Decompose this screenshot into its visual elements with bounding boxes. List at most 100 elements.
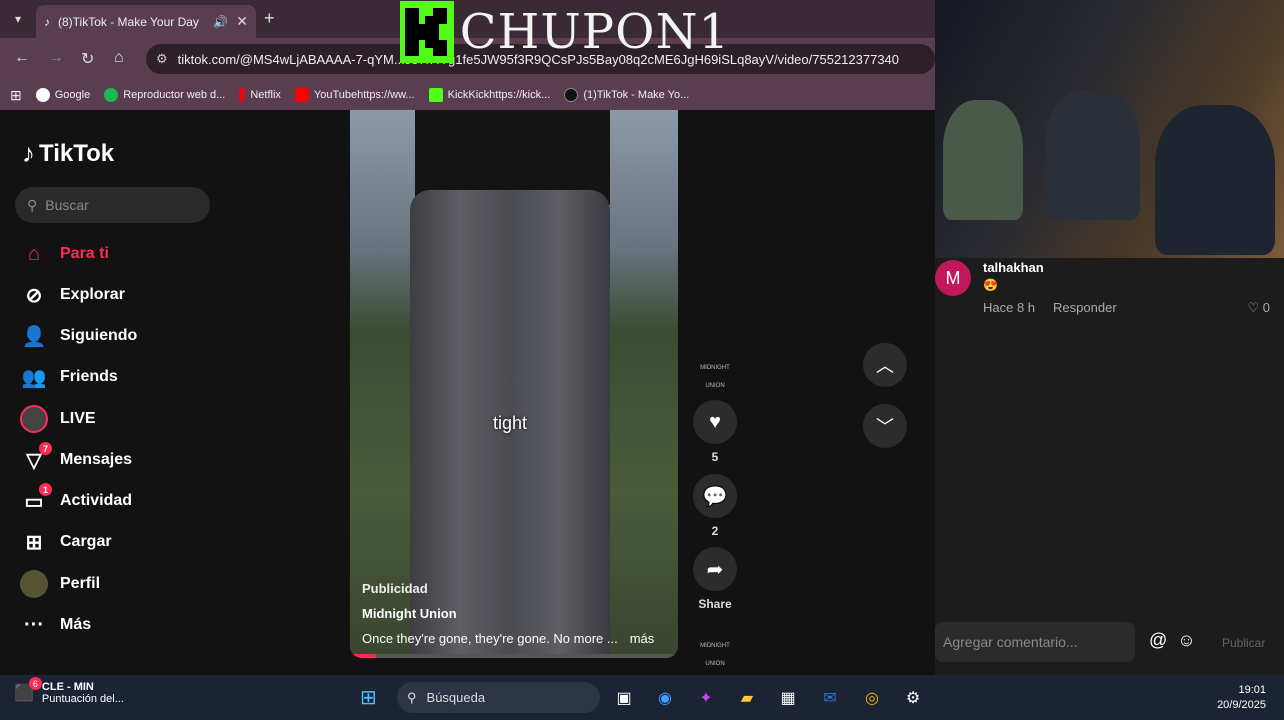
bookmark-netflix[interactable]: Netflix <box>239 88 281 102</box>
edge-icon[interactable]: ◉ <box>653 686 677 710</box>
windows-start-icon[interactable]: ⊞ <box>360 685 377 710</box>
netflix-icon <box>239 88 246 102</box>
apps-grid-icon[interactable]: ⊞ <box>10 87 22 104</box>
comment-username[interactable]: talhakhan <box>983 260 1044 275</box>
tab-title: (8)TikTok - Make Your Day <box>58 14 199 29</box>
sidebar-item-mas[interactable]: ··· Más <box>20 610 91 640</box>
video-player[interactable]: tight Publicidad Midnight Union Once the… <box>350 110 678 658</box>
screen: { "browser": { "tab_title": "(8)TikTok -… <box>0 0 1284 720</box>
activity-icon: ▭ 1 <box>20 483 52 515</box>
bookmarks-bar: ⊞ Google Reproductor web d... Netflix Yo… <box>0 80 935 110</box>
tiktok-note-icon: ♪ <box>22 138 35 168</box>
outlook-icon[interactable]: ✉ <box>818 686 842 710</box>
live-icon <box>20 405 48 433</box>
active-tab[interactable]: ♪ (8)TikTok - Make Your Day 🔊 ✕ <box>36 5 256 38</box>
comment-like[interactable]: ♡ 0 <box>1247 300 1270 316</box>
search-placeholder: Buscar <box>45 197 89 213</box>
bookmark-spotify[interactable]: Reproductor web d... <box>104 88 225 102</box>
bookmark-tiktok[interactable]: (1)TikTok - Make Yo... <box>564 88 689 102</box>
sidebar: ♪ TikTok ⚲ Buscar ⌂ Para ti ⊘ Explorar 👤… <box>0 110 230 675</box>
publish-button[interactable]: Publicar <box>1222 636 1265 650</box>
system-clock[interactable]: 19:01 20/9/2025 <box>1217 683 1266 713</box>
like-action: ♥ 5 <box>692 400 738 464</box>
video-author[interactable]: Midnight Union <box>362 606 662 621</box>
widget-icon: ⬛ 6 <box>14 677 42 703</box>
share-action: ➦ Share <box>692 547 738 611</box>
webcam-person-2 <box>1045 90 1140 220</box>
video-caption: Once they're gone, they're gone. No more… <box>362 631 655 646</box>
mention-icon[interactable]: @ <box>1149 630 1167 651</box>
youtube-icon <box>294 88 309 102</box>
sidebar-item-siguiendo[interactable]: 👤 Siguiendo <box>20 321 138 351</box>
chevron-up-icon: ︿ <box>876 356 894 376</box>
webcam-overlay <box>935 0 1284 258</box>
heart-icon[interactable]: ♥ <box>693 400 737 444</box>
chevron-down-icon: ﹀ <box>876 417 894 437</box>
more-link[interactable]: más <box>630 631 655 646</box>
google-icon <box>35 88 50 102</box>
bookmark-google[interactable]: Google <box>35 88 90 102</box>
weather-widget[interactable]: ⬛ 6 CLE - MIN Puntuación del... <box>14 677 124 705</box>
next-video-button[interactable]: ﹀ <box>863 404 907 448</box>
sidebar-item-cargar[interactable]: ⊞ Cargar <box>20 527 112 557</box>
video-progress-fill <box>350 654 377 658</box>
back-icon[interactable]: ← <box>14 49 30 67</box>
tab-search-icon[interactable]: ▾ <box>6 8 30 30</box>
home-icon[interactable]: ⌂ <box>114 49 124 67</box>
tiktok-logo[interactable]: ♪ TikTok <box>22 138 114 169</box>
sidebar-item-mensajes[interactable]: ▽ 7 Mensajes <box>20 442 132 475</box>
sidebar-item-explorar[interactable]: ⊘ Explorar <box>20 280 125 310</box>
speaker-icon[interactable]: 🔊 <box>213 15 228 29</box>
composer-icons: @ ☺ <box>1149 630 1196 651</box>
emoji-icon[interactable]: ☺ <box>1177 630 1195 651</box>
bookmark-youtube[interactable]: YouTubehttps://ww... <box>294 88 415 102</box>
comment-count: 2 <box>711 524 719 538</box>
site-info-icon[interactable]: ⚙ <box>156 51 168 67</box>
tiktok-page: ♪ TikTok ⚲ Buscar ⌂ Para ti ⊘ Explorar 👤… <box>0 110 935 675</box>
share-label: Share <box>698 597 732 611</box>
bookmark-kick[interactable]: KickKickhttps://kick... <box>428 88 550 102</box>
task-view-icon[interactable]: ▣ <box>612 686 636 710</box>
share-icon[interactable]: ➦ <box>693 547 737 591</box>
copilot-icon[interactable]: ✦ <box>694 686 718 710</box>
close-tab-icon[interactable]: ✕ <box>236 13 248 30</box>
reply-button[interactable]: Responder <box>1053 300 1117 315</box>
stream-logo-overlay: CHUPON1 <box>400 0 730 64</box>
more-icon: ··· <box>24 613 44 636</box>
file-explorer-icon[interactable]: ▰ <box>735 686 759 710</box>
friends-icon: 👥 <box>21 366 47 389</box>
video-progress-bar[interactable] <box>350 654 678 658</box>
sidebar-item-actividad[interactable]: ▭ 1 Actividad <box>20 483 132 516</box>
chrome-icon[interactable]: ◎ <box>860 686 884 710</box>
new-tab-button[interactable]: + <box>264 8 275 29</box>
sidebar-item-para-ti[interactable]: ⌂ Para ti <box>20 239 109 269</box>
kick-icon <box>428 88 443 102</box>
spotify-icon <box>104 88 119 102</box>
comments-panel: M talhakhan 😍 Hace 8 h Responder ♡ 0 Agr… <box>935 0 1284 675</box>
store-icon[interactable]: ▦ <box>776 686 800 710</box>
comment-meta: Hace 8 h Responder <box>983 300 1117 315</box>
logo-text: CHUPON1 <box>459 4 730 60</box>
sidebar-item-perfil[interactable]: Perfil <box>20 569 100 599</box>
reload-icon[interactable]: ↻ <box>81 49 94 69</box>
previous-video-button[interactable]: ︿ <box>863 343 907 387</box>
search-icon: ⚲ <box>27 196 38 213</box>
messages-badge: 7 <box>39 442 52 455</box>
compass-icon: ⊘ <box>25 284 43 307</box>
comment-avatar[interactable]: M <box>935 260 971 296</box>
taskbar-search[interactable]: ⚲ Búsqueda <box>397 682 600 713</box>
webcam-person-3 <box>1155 105 1275 255</box>
tiktok-favicon-icon: ♪ <box>44 14 50 29</box>
brand-tag-bottom: MIDNIGHT UNION <box>700 643 730 667</box>
search-icon: ⚲ <box>407 689 417 705</box>
activity-badge: 1 <box>39 483 52 496</box>
comment-icon[interactable]: 💬 <box>693 474 737 518</box>
comment-input[interactable]: Agregar comentario... <box>935 622 1135 662</box>
tiktok-icon <box>564 88 579 102</box>
search-input[interactable]: ⚲ Buscar <box>15 187 210 223</box>
forward-icon[interactable]: → <box>48 49 64 67</box>
app-icon[interactable]: ⚙ <box>901 686 925 710</box>
sidebar-item-live[interactable]: LIVE <box>20 404 96 434</box>
profile-icon <box>20 570 48 598</box>
sidebar-item-friends[interactable]: 👥 Friends <box>20 362 118 392</box>
